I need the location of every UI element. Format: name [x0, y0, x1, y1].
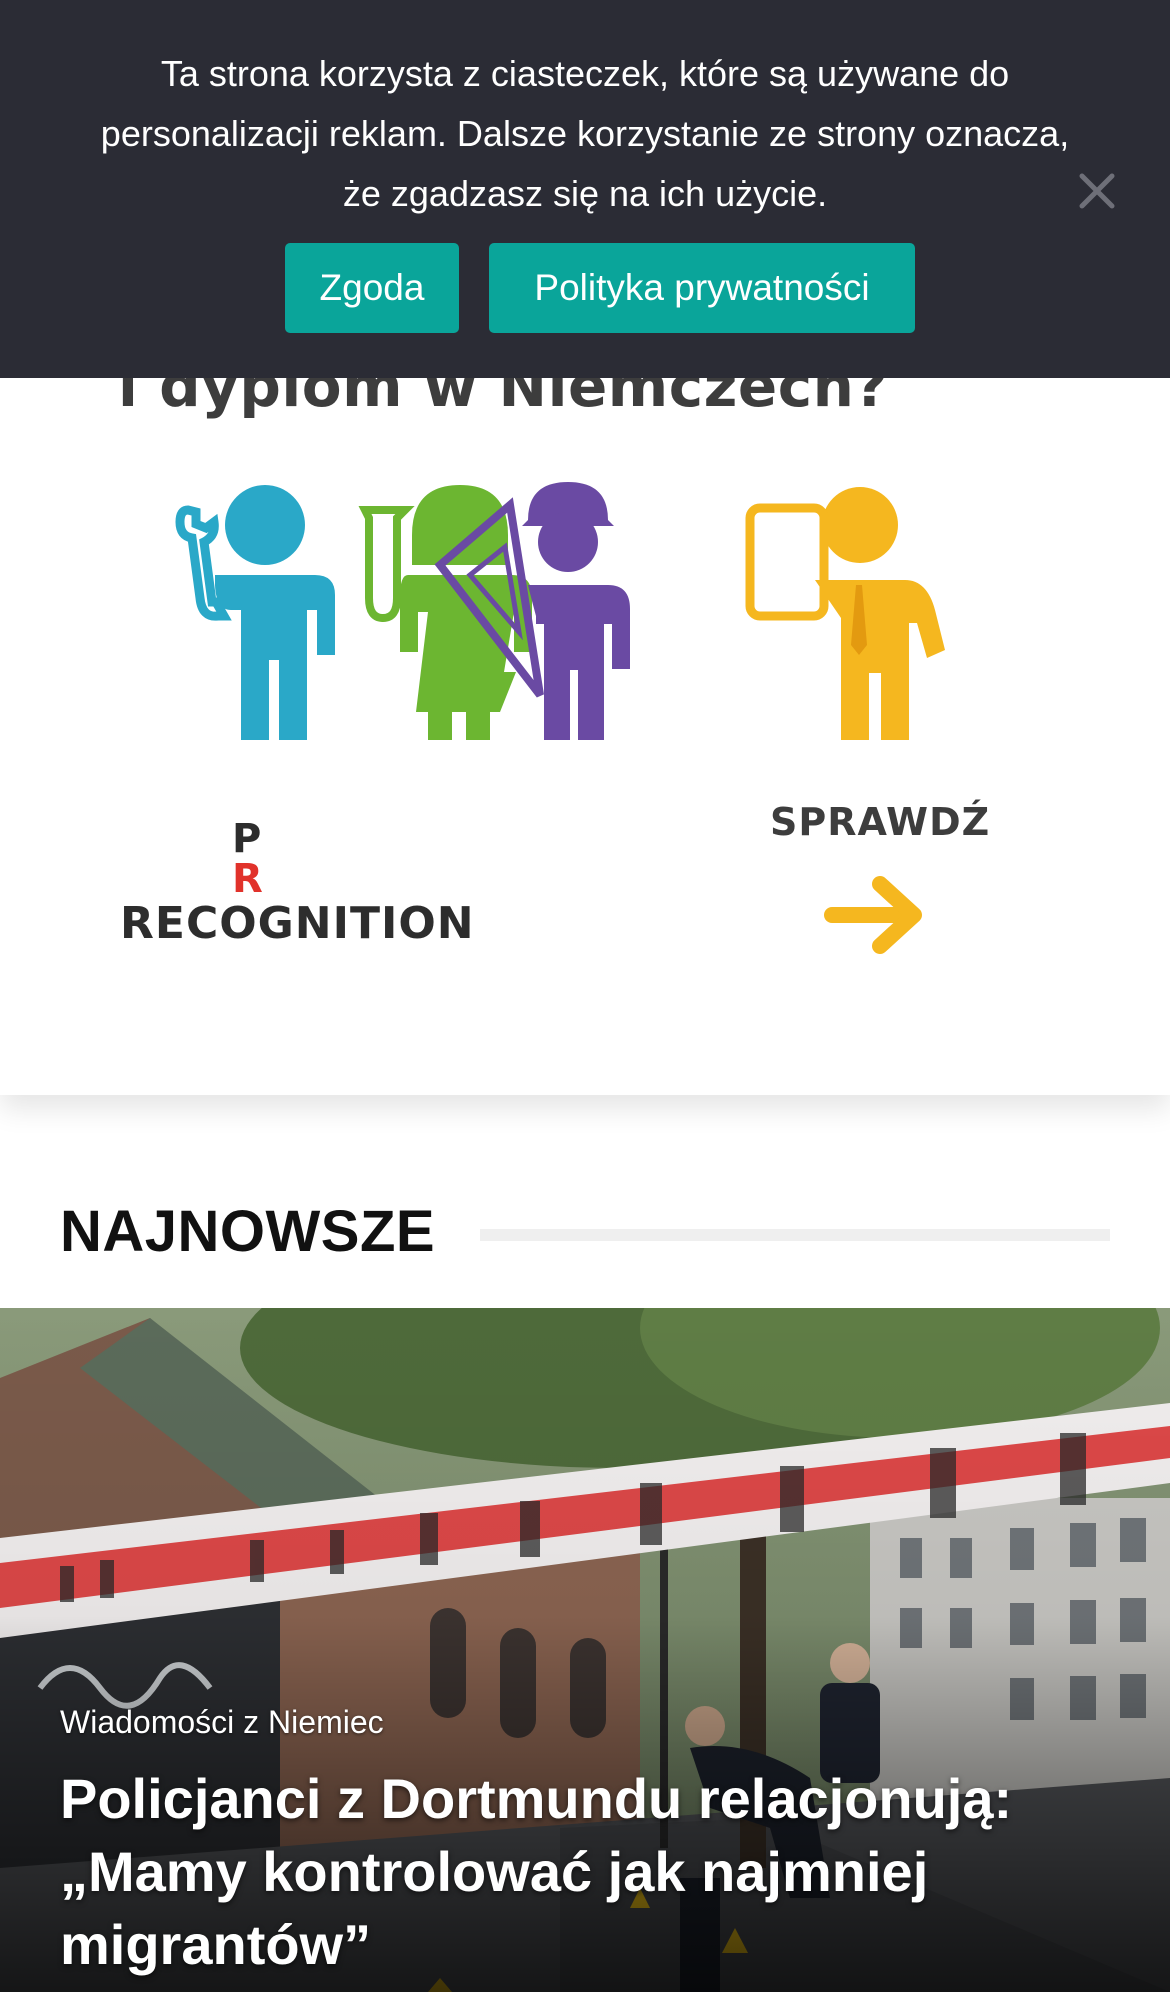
privacy-policy-button[interactable]: Polityka prywatności — [489, 243, 915, 333]
ad-cta[interactable]: SPRAWDŹ — [770, 800, 1020, 970]
test-tube-person-icon — [358, 485, 532, 740]
ad-cta-label: SPRAWDŹ — [770, 800, 991, 844]
article-title[interactable]: Policjanci z Dortmundu relacjonują: „Mam… — [60, 1762, 1120, 1981]
arrow-right-icon — [824, 876, 922, 954]
accept-cookies-button[interactable]: Zgoda — [285, 243, 459, 333]
logo-text: RECOGNITION — [120, 898, 475, 949]
recognition-logo: P R RECOGNITION — [120, 816, 500, 949]
logo-letter-r: R — [232, 856, 263, 902]
tablet-person-icon — [745, 487, 945, 740]
close-icon[interactable] — [1072, 166, 1122, 216]
ad-figures-illustration — [175, 482, 945, 740]
wrench-person-icon — [175, 485, 335, 740]
cookie-message: Ta strona korzysta z ciasteczek, które s… — [100, 53, 1070, 214]
section-title: NAJNOWSZE — [60, 1199, 436, 1264]
article-category[interactable]: Wiadomości z Niemiec — [60, 1704, 384, 1741]
section-divider — [480, 1229, 1110, 1241]
cookie-notice: Ta strona korzysta z ciasteczek, które s… — [0, 0, 1170, 378]
